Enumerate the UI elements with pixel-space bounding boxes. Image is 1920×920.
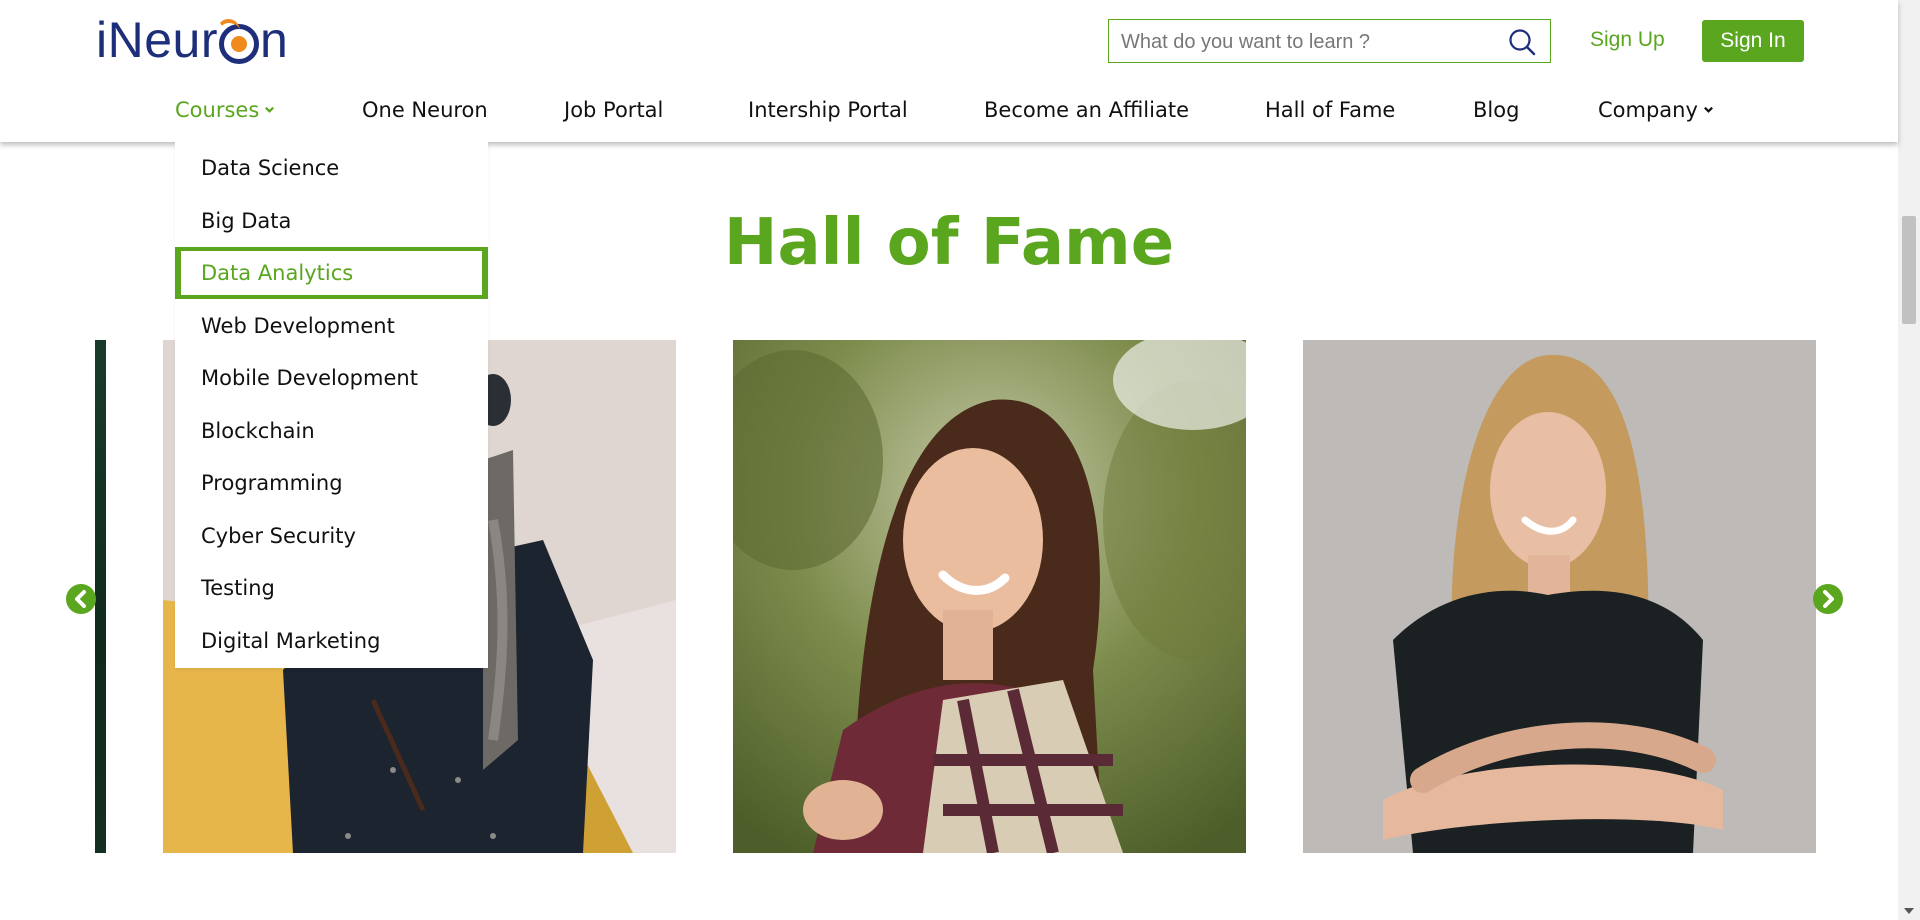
dropdown-item-digital-marketing[interactable]: Digital Marketing bbox=[175, 615, 488, 667]
carousel-next-button[interactable] bbox=[1813, 584, 1843, 614]
nav-item-job-portal[interactable]: Job Portal bbox=[564, 98, 663, 122]
chevron-down-icon bbox=[1703, 106, 1713, 113]
nav-item-courses[interactable]: Courses bbox=[175, 98, 275, 122]
dropdown-item-mobile-development[interactable]: Mobile Development bbox=[175, 352, 488, 404]
dropdown-item-testing[interactable]: Testing bbox=[175, 562, 488, 614]
carousel-prev-button[interactable] bbox=[66, 584, 96, 614]
sign-up-link[interactable]: Sign Up bbox=[1590, 28, 1665, 52]
main-nav: Courses One Neuron Job Portal Intership … bbox=[0, 98, 1898, 128]
dropdown-item-cyber-security[interactable]: Cyber Security bbox=[175, 510, 488, 562]
nav-item-company[interactable]: Company bbox=[1598, 98, 1714, 122]
nav-item-blog[interactable]: Blog bbox=[1473, 98, 1519, 122]
search-box bbox=[1108, 19, 1551, 63]
courses-dropdown: Data Science Big Data Data Analytics Web… bbox=[175, 142, 488, 668]
dropdown-item-data-analytics[interactable]: Data Analytics bbox=[175, 247, 488, 299]
logo-text-end: n bbox=[259, 12, 289, 68]
chevron-right-icon bbox=[1823, 590, 1834, 608]
dropdown-item-blockchain[interactable]: Blockchain bbox=[175, 405, 488, 457]
logo-text-start: iNeur bbox=[96, 12, 218, 68]
nav-item-label: Courses bbox=[175, 98, 260, 122]
chevron-left-icon bbox=[75, 590, 86, 608]
chevron-down-icon bbox=[265, 106, 275, 113]
scrollbar-thumb[interactable] bbox=[1902, 216, 1916, 324]
hall-of-fame-photo-3[interactable] bbox=[1303, 340, 1816, 853]
ineuron-logo[interactable]: iNeur n bbox=[96, 10, 288, 70]
logo-o-mark bbox=[216, 19, 259, 64]
page-scrollbar[interactable] bbox=[1898, 0, 1920, 920]
dropdown-item-web-development[interactable]: Web Development bbox=[175, 300, 488, 352]
sign-in-button[interactable]: Sign In bbox=[1702, 20, 1804, 62]
nav-item-hall-of-fame[interactable]: Hall of Fame bbox=[1265, 98, 1395, 122]
hall-of-fame-photo-2[interactable] bbox=[733, 340, 1246, 853]
portrait-image bbox=[1303, 340, 1816, 853]
nav-item-one-neuron[interactable]: One Neuron bbox=[362, 98, 488, 122]
dropdown-item-data-science[interactable]: Data Science bbox=[175, 142, 488, 194]
site-header: iNeurn Sign Up Sign In Courses One Neuro… bbox=[0, 0, 1898, 142]
scroll-down-arrow-icon[interactable] bbox=[1904, 908, 1914, 914]
nav-item-intership-portal[interactable]: Intership Portal bbox=[748, 98, 908, 122]
nav-item-become-affiliate[interactable]: Become an Affiliate bbox=[984, 98, 1189, 122]
dropdown-item-big-data[interactable]: Big Data bbox=[175, 195, 488, 247]
nav-item-label: Company bbox=[1598, 98, 1698, 122]
search-icon[interactable] bbox=[1508, 28, 1536, 56]
search-input[interactable] bbox=[1119, 25, 1493, 59]
dropdown-item-programming[interactable]: Programming bbox=[175, 457, 488, 509]
carousel-partial-photo bbox=[95, 340, 106, 853]
portrait-image bbox=[733, 340, 1246, 853]
